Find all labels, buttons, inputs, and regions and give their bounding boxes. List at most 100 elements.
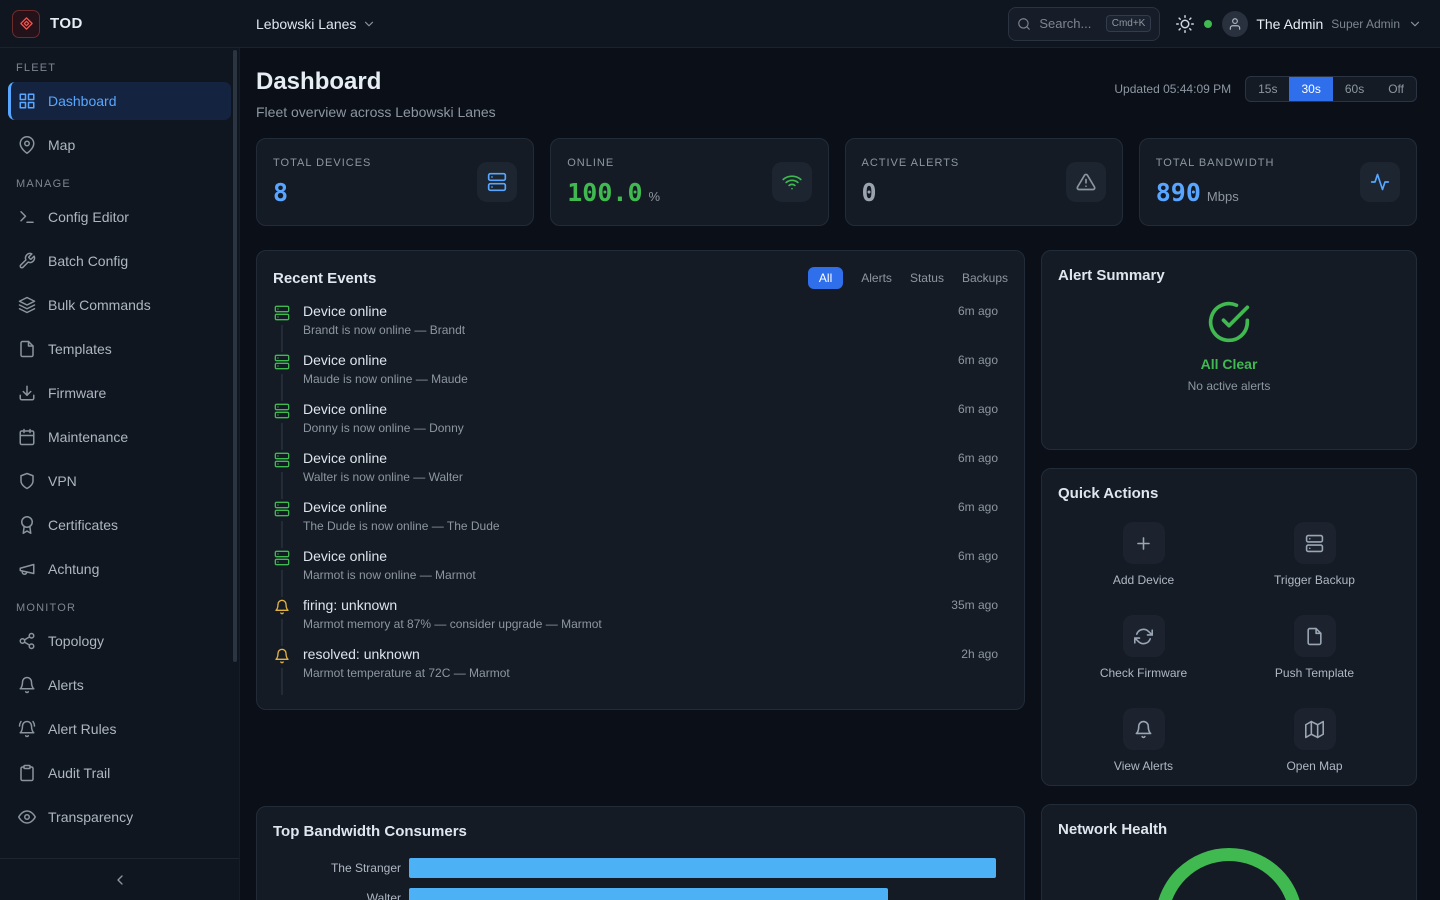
recent-events-title: Recent Events [273, 270, 376, 287]
sidebar-item-topology[interactable]: Topology [8, 622, 231, 660]
page-title: Dashboard [256, 68, 496, 96]
bandwidth-title: Top Bandwidth Consumers [273, 823, 467, 840]
sidebar-item-label: Topology [48, 633, 104, 649]
theme-toggle-button[interactable] [1172, 11, 1198, 37]
sidebar-item-label: Config Editor [48, 209, 129, 225]
view-alerts-button[interactable]: View Alerts [1058, 708, 1229, 773]
bell-icon [274, 648, 290, 664]
sidebar-item-firmware[interactable]: Firmware [8, 374, 231, 412]
eye-icon [18, 808, 36, 826]
check-firmware-button[interactable]: Check Firmware [1058, 615, 1229, 680]
server-icon [1294, 522, 1336, 564]
sidebar-section-monitor: MONITOR [16, 602, 223, 614]
sidebar-item-bulk-commands[interactable]: Bulk Commands [8, 286, 231, 324]
refresh-15s-button[interactable]: 15s [1246, 77, 1289, 101]
file-icon [18, 340, 36, 358]
clipboard-icon [18, 764, 36, 782]
sidebar-item-alerts[interactable]: Alerts [8, 666, 231, 704]
org-name: Lebowski Lanes [256, 16, 356, 32]
server-icon [274, 305, 290, 321]
sidebar-item-maintenance[interactable]: Maintenance [8, 418, 231, 456]
sidebar-item-transparency[interactable]: Transparency [8, 798, 231, 836]
wifi-icon [772, 162, 812, 202]
stat-online: ONLINE 100.0 % [550, 138, 828, 226]
sidebar-item-config-editor[interactable]: Config Editor [8, 198, 231, 236]
event-time: 2h ago [961, 647, 998, 695]
refresh-30s-button[interactable]: 30s [1289, 77, 1332, 101]
event-row: resolved: unknown 4h ago [273, 695, 998, 697]
search-shortcut-badge: Cmd+K [1106, 15, 1152, 32]
event-row: Device onlineBrandt is now online — Bran… [273, 303, 998, 352]
event-detail: Marmot is now online — Marmot [303, 568, 946, 582]
sidebar-item-label: Transparency [48, 809, 133, 825]
stat-value: 890 [1156, 178, 1201, 207]
sidebar-item-label: Bulk Commands [48, 297, 151, 313]
search-icon [1017, 17, 1031, 31]
stat-value: 8 [273, 178, 288, 207]
event-title: Device online [303, 548, 946, 564]
main-content: Dashboard Fleet overview across Lebowski… [240, 48, 1440, 900]
app-logo-icon [12, 10, 40, 38]
search-input[interactable]: Search... Cmd+K [1008, 7, 1160, 41]
connection-status-dot [1204, 20, 1212, 28]
refresh-off-button[interactable]: Off [1376, 77, 1416, 101]
stat-label: ACTIVE ALERTS [862, 157, 960, 169]
page-header: Dashboard Fleet overview across Lebowski… [256, 68, 1417, 120]
sidebar-item-map[interactable]: Map [8, 126, 231, 164]
alert-summary-title: Alert Summary [1058, 267, 1165, 284]
event-title: Device online [303, 450, 946, 466]
grid-icon [18, 92, 36, 110]
bell-ring-icon [18, 720, 36, 738]
filter-backups[interactable]: Backups [962, 271, 1008, 285]
bandwidth-card: Top Bandwidth Consumers The Stranger Wal… [256, 806, 1025, 900]
filter-status[interactable]: Status [910, 271, 944, 285]
search-placeholder: Search... [1039, 16, 1097, 31]
bar-row: The Stranger [273, 858, 1008, 878]
server-icon [274, 403, 290, 419]
sidebar-scrollbar[interactable] [233, 50, 237, 662]
bar-row: Walter [273, 888, 1008, 900]
event-time: 6m ago [958, 402, 998, 450]
event-row: Device onlineWalter is now online — Walt… [273, 450, 998, 499]
sidebar-item-certificates[interactable]: Certificates [8, 506, 231, 544]
stat-value: 100.0 [567, 178, 642, 207]
user-menu[interactable]: The Admin Super Admin [1222, 11, 1422, 37]
sidebar-item-vpn[interactable]: VPN [8, 462, 231, 500]
trigger-backup-button[interactable]: Trigger Backup [1229, 522, 1400, 587]
bandwidth-bar [409, 858, 996, 878]
stat-label: TOTAL BANDWIDTH [1156, 157, 1275, 169]
sidebar-item-achtung[interactable]: Achtung [8, 550, 231, 588]
chevron-down-icon [1408, 17, 1422, 31]
sidebar-item-dashboard[interactable]: Dashboard [8, 82, 231, 120]
event-time: 6m ago [958, 304, 998, 352]
sidebar-item-alert-rules[interactable]: Alert Rules [8, 710, 231, 748]
sidebar-item-audit-trail[interactable]: Audit Trail [8, 754, 231, 792]
refresh-interval-control: 15s 30s 60s Off [1245, 76, 1417, 102]
add-device-button[interactable]: Add Device [1058, 522, 1229, 587]
filter-all[interactable]: All [808, 267, 843, 289]
stat-label: ONLINE [567, 157, 660, 169]
push-template-button[interactable]: Push Template [1229, 615, 1400, 680]
updated-timestamp: Updated 05:44:09 PM [1114, 82, 1231, 96]
sidebar-item-label: Dashboard [48, 93, 117, 109]
sidebar-item-label: Alert Rules [48, 721, 116, 737]
sidebar-item-label: Alerts [48, 677, 84, 693]
sidebar-collapse-button[interactable] [0, 858, 239, 900]
quick-actions-card: Quick Actions Add Device Trigger Backup … [1041, 468, 1417, 786]
open-map-button[interactable]: Open Map [1229, 708, 1400, 773]
stat-total-devices: TOTAL DEVICES 8 [256, 138, 534, 226]
event-detail: Donny is now online — Donny [303, 421, 946, 435]
shield-icon [18, 472, 36, 490]
sidebar-item-batch-config[interactable]: Batch Config [8, 242, 231, 280]
refresh-60s-button[interactable]: 60s [1333, 77, 1376, 101]
filter-alerts[interactable]: Alerts [861, 271, 892, 285]
page-subtitle: Fleet overview across Lebowski Lanes [256, 104, 496, 120]
refresh-icon [1123, 615, 1165, 657]
org-selector[interactable]: Lebowski Lanes [256, 16, 376, 32]
sidebar-item-templates[interactable]: Templates [8, 330, 231, 368]
sun-icon [1176, 15, 1194, 33]
event-detail: The Dude is now online — The Dude [303, 519, 946, 533]
event-list[interactable]: Device onlineBrandt is now online — Bran… [273, 303, 1008, 697]
event-title: Device online [303, 303, 946, 319]
stat-value: 0 [862, 178, 877, 207]
